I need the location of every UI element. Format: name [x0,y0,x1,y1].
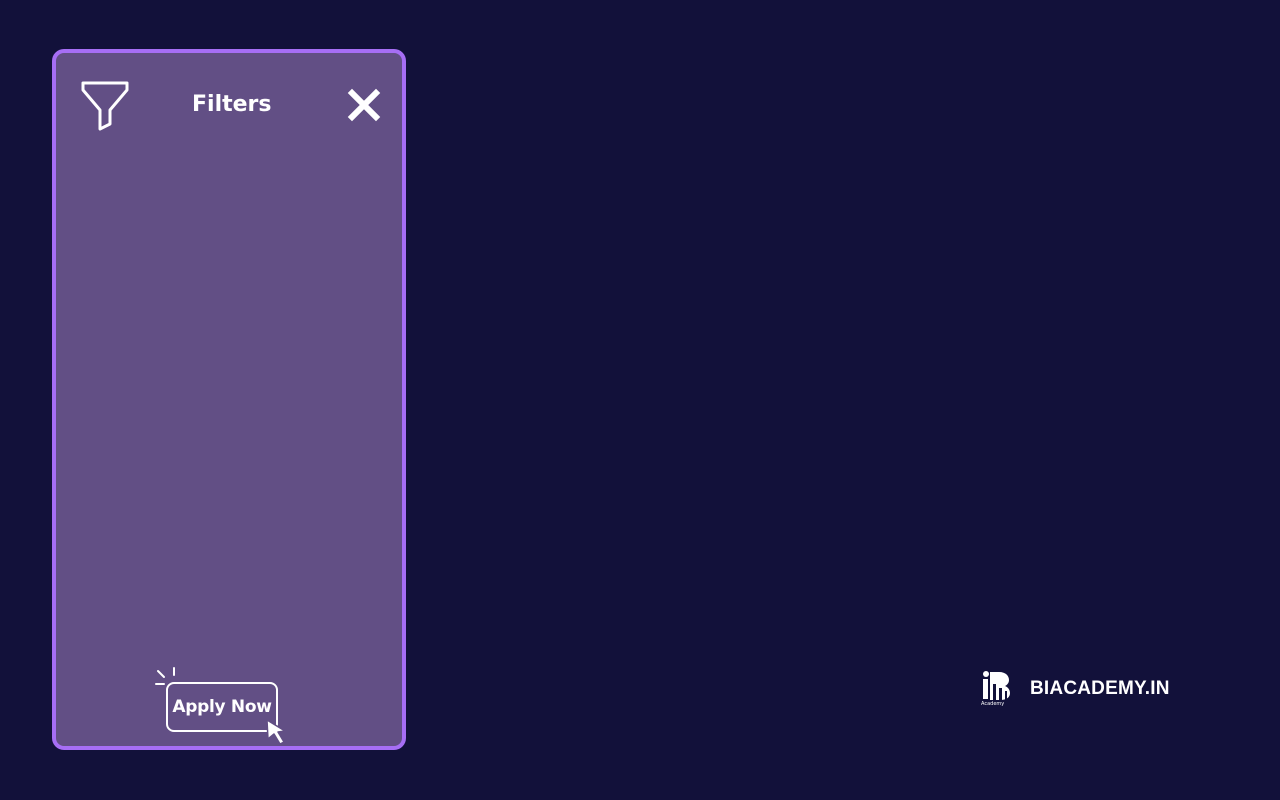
panel-title: Filters [192,92,272,117]
apply-now-label: Apply Now [172,697,272,717]
apply-button-group: Apply Now [152,666,297,746]
apply-now-button[interactable]: Apply Now [166,682,278,732]
brand-name[interactable]: BIACADEMY.IN [1030,678,1170,700]
close-icon [346,87,382,123]
filter-panel: Filters Apply Now [52,49,406,750]
funnel-icon [80,80,130,132]
cursor-icon [265,718,291,746]
biacademy-logo: Academy [981,670,1011,708]
brand: Academy BIACADEMY.IN [981,669,1170,709]
canvas: Filters Apply Now Academy BIACADEMY.IN [0,0,1280,800]
close-button[interactable] [346,87,382,123]
logo-caption: Academy [981,701,1005,707]
